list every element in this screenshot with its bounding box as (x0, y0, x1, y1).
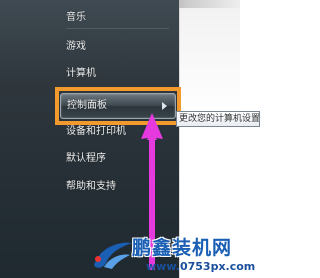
pointer-arrow-head (141, 113, 163, 140)
watermark-url: www.0753px.com (146, 260, 256, 273)
watermark-title: 鹏鑫装机网 (132, 237, 233, 259)
watermark: 鹏鑫装机网 www.0753px.com (88, 231, 255, 278)
watermark-logo-icon (94, 242, 132, 269)
